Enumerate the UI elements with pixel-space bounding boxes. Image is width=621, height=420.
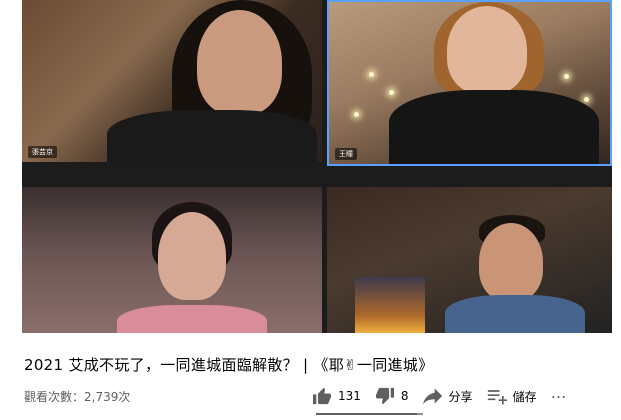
participant-shirt [117, 305, 267, 333]
participant-name: 王瞳 [335, 148, 357, 160]
participant-name: 張芸京 [28, 146, 57, 158]
participant-face [158, 212, 226, 300]
participant-tile: 張芸京 [22, 0, 322, 162]
window-city-view [355, 277, 425, 333]
share-icon [422, 388, 442, 405]
participant-tile [327, 187, 612, 333]
save-button[interactable]: 儲存 [487, 387, 537, 405]
participant-shirt [389, 90, 599, 164]
like-button[interactable]: 131 [312, 387, 361, 405]
save-label: 儲存 [512, 389, 537, 404]
more-icon: ⋯ [550, 386, 567, 406]
share-button[interactable]: 分享 [422, 387, 473, 405]
view-count: 觀看次數：2,739次 [24, 390, 131, 404]
share-label: 分享 [448, 389, 473, 404]
video-player[interactable]: 張芸京 王瞳 [22, 0, 612, 333]
like-ratio-bar [316, 413, 423, 415]
participant-shirt [445, 295, 585, 333]
participant-face [447, 6, 527, 94]
thumbs-down-icon [375, 387, 394, 405]
like-ratio-fill [316, 413, 417, 415]
dislike-count: 8 [400, 389, 409, 403]
video-title: 2021 艾成不玩了，一同進城面臨解散？ | 《耶✌一同進城》 [24, 356, 434, 374]
participant-face [479, 223, 543, 301]
participant-tile-active: 王瞳 [327, 0, 612, 166]
like-count: 131 [338, 389, 361, 403]
more-actions-button[interactable]: ⋯ [551, 387, 567, 406]
video-actions: 131 8 分享 儲存 ⋯ [312, 383, 567, 409]
participant-tile [22, 187, 322, 333]
playlist-add-icon [487, 390, 507, 405]
thumbs-up-icon [313, 387, 331, 405]
participant-shirt [107, 110, 317, 162]
dislike-button[interactable]: 8 [375, 387, 409, 405]
participant-face [197, 10, 282, 115]
